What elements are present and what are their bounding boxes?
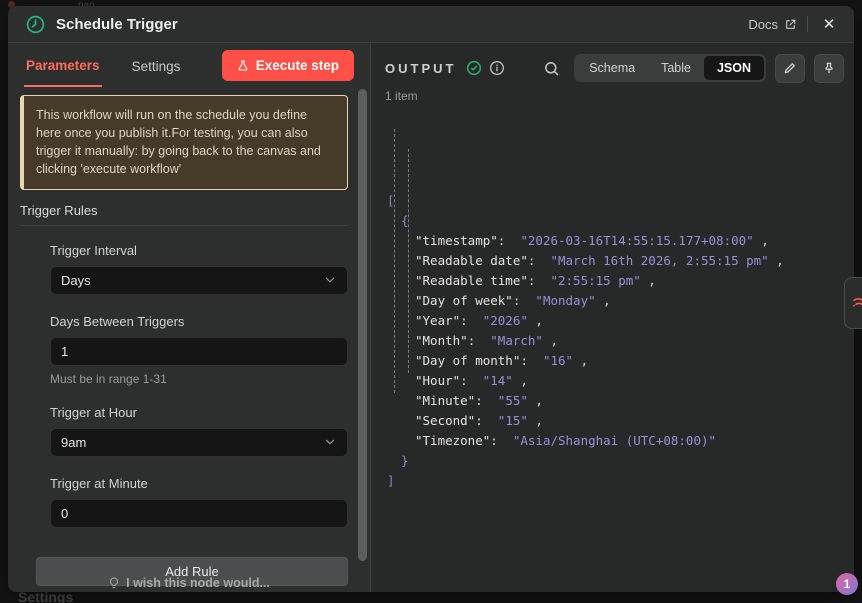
view-tab-json[interactable]: JSON [703, 56, 764, 80]
dialog-body: Parameters Settings Execute step This wo… [8, 43, 854, 592]
whats-new-badge[interactable]: 1 [836, 573, 858, 595]
json-line: "Readable time": "2:55:15 pm" , [415, 273, 656, 288]
field-trigger-interval: Trigger Interval Days [50, 243, 348, 295]
indent-guide [408, 149, 409, 373]
chevron-down-icon [323, 273, 337, 287]
execute-step-label: Execute step [255, 57, 339, 73]
node-detail-dialog: Schedule Trigger Docs ✕ Parameters Setti… [8, 6, 854, 592]
view-tab-schema[interactable]: Schema [576, 56, 648, 80]
trigger-hour-select[interactable]: 9am [50, 427, 348, 457]
panel-collapse-handle[interactable] [844, 277, 862, 329]
json-line: "timestamp": "2026-03-16T14:55:15.177+08… [415, 233, 769, 248]
json-line: "Year": "2026" , [415, 313, 543, 328]
field-trigger-hour: Trigger at Hour 9am [50, 405, 348, 457]
json-line: "Day of week": "Monday" , [415, 293, 611, 308]
tab-parameters[interactable]: Parameters [24, 44, 102, 87]
json-line: { [401, 213, 409, 228]
trigger-interval-value: Days [61, 272, 91, 288]
chevron-down-icon [323, 435, 337, 449]
search-icon[interactable] [543, 60, 560, 77]
days-between-input-wrap [50, 336, 348, 366]
json-line: "Readable date": "March 16th 2026, 2:55:… [415, 253, 784, 268]
parameters-panel: Parameters Settings Execute step This wo… [8, 43, 371, 592]
external-link-icon [784, 18, 797, 31]
section-title-trigger-rules: Trigger Rules [20, 203, 348, 226]
field-days-between: Days Between Triggers Must be in range 1… [50, 314, 348, 386]
trigger-minute-label: Trigger at Minute [50, 475, 148, 491]
node-feedback-label: I wish this node would... [126, 576, 270, 590]
json-line: "Timezone": "Asia/Shanghai (UTC+08:00)" [415, 433, 717, 448]
trigger-hour-label: Trigger at Hour [50, 404, 137, 420]
json-line: "Day of month": "16" , [415, 353, 589, 368]
json-viewer[interactable]: [ { "timestamp": "2026-03-16T14:55:15.177+… [371, 111, 854, 592]
execute-step-button[interactable]: Execute step [221, 49, 354, 81]
json-line: "Minute": "55" , [415, 393, 543, 408]
output-status-icons [466, 60, 505, 76]
json-line: [ [387, 193, 395, 208]
pin-icon [822, 61, 836, 75]
parameters-scroll-area[interactable]: This workflow will run on the schedule y… [8, 87, 370, 592]
trigger-minute-input[interactable] [61, 505, 337, 521]
trigger-interval-select[interactable]: Days [50, 265, 348, 295]
schedule-clock-icon [24, 13, 46, 35]
tab-settings[interactable]: Settings [130, 45, 183, 86]
trigger-minute-input-wrap [50, 498, 348, 528]
header-separator [807, 16, 808, 32]
trigger-hour-value: 9am [61, 434, 87, 450]
dialog-title: Schedule Trigger [56, 15, 178, 33]
docs-label: Docs [748, 16, 778, 32]
dialog-header: Schedule Trigger Docs ✕ [8, 6, 854, 43]
info-icon[interactable] [489, 60, 505, 76]
red-arrow-icon [850, 293, 862, 313]
json-line: "Hour": "14" , [415, 373, 528, 388]
output-panel: OUTPUT Schema Table JSON 1 item [{"tim… [371, 43, 854, 592]
json-line: "Month": "March" , [415, 333, 559, 348]
success-check-icon [466, 60, 482, 76]
scrollbar-thumb[interactable] [358, 89, 367, 561]
view-tab-table[interactable]: Table [648, 56, 704, 80]
pencil-icon [783, 61, 797, 75]
node-feedback-link[interactable]: I wish this node would... [8, 576, 370, 590]
output-header: OUTPUT Schema Table JSON [371, 43, 854, 83]
panel-tabbar: Parameters Settings Execute step [8, 43, 370, 87]
flask-icon [237, 59, 249, 72]
json-line: "Second": "15" , [415, 413, 543, 428]
rule-fields: Trigger Interval Days Days Between Trigg… [50, 243, 348, 547]
output-view-tabs: Schema Table JSON [574, 54, 766, 82]
days-between-input[interactable] [61, 343, 337, 359]
json-line: ] [387, 473, 395, 488]
trigger-interval-label: Trigger Interval [50, 242, 137, 258]
days-between-label: Days Between Triggers [50, 313, 185, 329]
schedule-notice: This workflow will run on the schedule y… [20, 95, 348, 190]
indent-guide [394, 129, 395, 393]
json-code: [ { "timestamp": "2026-03-16T14:55:15.177+… [387, 191, 854, 491]
field-trigger-minute: Trigger at Minute [50, 476, 348, 528]
days-between-hint: Must be in range 1-31 [50, 371, 167, 386]
items-count: 1 item [385, 89, 418, 103]
docs-link[interactable]: Docs [748, 17, 797, 32]
lightbulb-icon [108, 576, 120, 590]
close-icon[interactable]: ✕ [818, 13, 840, 35]
output-title: OUTPUT [385, 60, 457, 76]
json-line: } [401, 453, 409, 468]
